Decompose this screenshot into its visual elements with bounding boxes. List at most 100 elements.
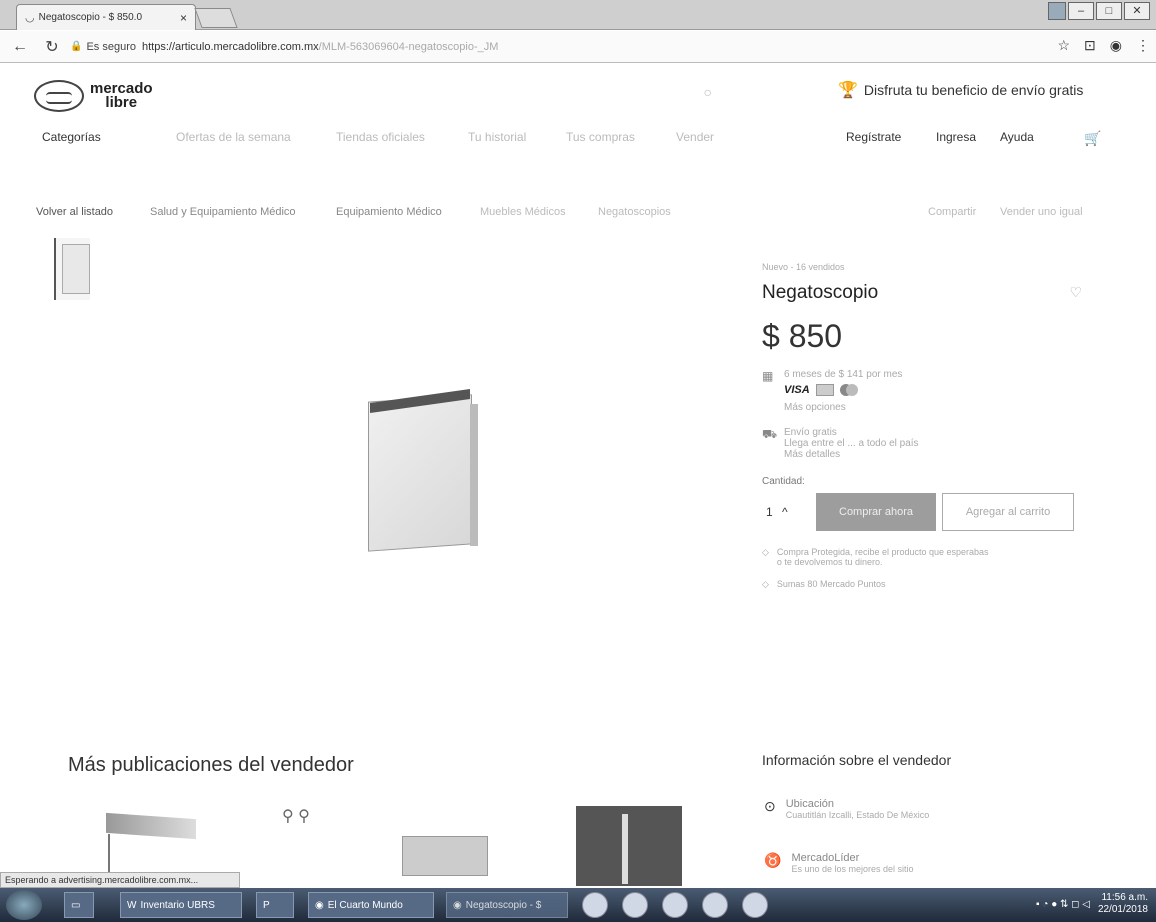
benefit-protected-2: o te devolvemos tu dinero.	[776, 557, 883, 567]
search-taskbar-icon[interactable]	[582, 892, 608, 918]
publication-image[interactable]	[402, 836, 488, 876]
more-options-link[interactable]: Más opciones	[784, 402, 902, 413]
word-taskbar-item[interactable]: W Inventario UBRS	[120, 892, 242, 918]
search-input[interactable]: ○	[220, 84, 720, 104]
word-icon: W	[127, 899, 137, 911]
project-taskbar-icon[interactable]: P	[256, 892, 294, 918]
nav-compras[interactable]: Tus compras	[566, 130, 635, 144]
menu-icon[interactable]: ⋮	[1136, 37, 1150, 54]
mastercard-icon	[839, 384, 858, 396]
nav-categorias[interactable]: Categorías	[42, 130, 101, 144]
nav-ayuda[interactable]: Ayuda	[1000, 130, 1034, 144]
user-profile-button[interactable]	[1048, 2, 1066, 20]
star-icon[interactable]: ☆	[1057, 37, 1070, 54]
seller-info-heading: Información sobre el vendedor	[762, 752, 952, 768]
publication-image[interactable]: ⚲ ⚲	[282, 806, 342, 866]
points-icon: ◇	[762, 579, 769, 589]
breadcrumb-item[interactable]: Equipamiento Médico	[336, 206, 442, 218]
maximize-button[interactable]: □	[1096, 2, 1122, 20]
new-tab-button[interactable]	[194, 8, 238, 28]
nav-vender[interactable]: Vender	[676, 130, 714, 144]
reload-icon[interactable]: ↻	[40, 37, 64, 57]
shipping-sub: Llega entre el ... a todo el país	[784, 438, 919, 449]
app-taskbar-icon[interactable]	[702, 892, 728, 918]
truck-icon: ⛟	[762, 427, 778, 441]
location-value: Cuautitlán Izcalli, Estado De México	[785, 810, 930, 820]
url-path: /MLM-563069604-negatoscopio-_JM	[318, 40, 499, 53]
installments-text: 6 meses de $ 141 por mes	[784, 369, 903, 380]
browser-status-bar: Esperando a advertising.mercadolibre.com…	[0, 872, 240, 888]
publication-image[interactable]	[106, 812, 196, 840]
quantity-value[interactable]: 1	[762, 505, 782, 519]
lock-icon: 🔒	[70, 41, 83, 52]
back-to-list-link[interactable]: Volver al listado	[36, 206, 113, 218]
browser-tab-strip: ◡ Negatoscopio - $ 850.0 × – □ ✕	[0, 0, 1156, 30]
nav-ofertas[interactable]: Ofertas de la semana	[176, 130, 291, 144]
nav-registrate[interactable]: Regístrate	[846, 130, 901, 144]
chrome-taskbar-item[interactable]: ◉ El Cuarto Mundo	[308, 892, 434, 918]
shipping-info: ⛟ Envío gratis Llega entre el ... a todo…	[762, 427, 1102, 460]
loading-icon: ◡	[25, 12, 35, 24]
payment-cards: VISA	[784, 384, 902, 396]
url-domain: https://articulo.mercadolibre.com.mx	[141, 40, 319, 53]
mercadolibre-logo[interactable]: mercado libre	[34, 80, 153, 112]
product-main-image[interactable]	[368, 388, 478, 552]
search-icon[interactable]: ○	[704, 84, 712, 100]
chrome-icon: ◉	[453, 899, 462, 911]
add-to-cart-button[interactable]: Agregar al carrito	[942, 493, 1074, 531]
share-link[interactable]: Compartir	[928, 206, 976, 218]
card-icon	[815, 384, 834, 396]
close-window-button[interactable]: ✕	[1124, 2, 1150, 20]
breadcrumb-item[interactable]: Negatoscopios	[598, 206, 671, 218]
extension2-icon[interactable]: ◉	[1110, 37, 1122, 54]
thumbnail-image[interactable]	[54, 306, 90, 356]
close-tab-icon[interactable]: ×	[180, 11, 187, 25]
back-arrow-icon[interactable]: ←	[8, 38, 32, 56]
minimize-button[interactable]: –	[1068, 2, 1094, 20]
window-controls: – □ ✕	[1048, 2, 1150, 20]
shipping-title: Envío gratis	[784, 427, 837, 438]
thumbnail-list	[54, 238, 94, 356]
app-taskbar-icon[interactable]	[622, 892, 648, 918]
buy-now-button[interactable]: Comprar ahora	[816, 493, 936, 531]
tray-icons[interactable]: ▪ ◔ ● ⇅ ◻ ◁	[1036, 899, 1090, 910]
clock[interactable]: 11:56 a.m. 22/01/2018	[1098, 892, 1148, 916]
main-nav: Categorías Ofertas de la semana Tiendas …	[0, 130, 1156, 152]
trophy-icon: 🏆	[838, 82, 858, 99]
publication-image[interactable]	[576, 806, 682, 886]
site-header: mercado libre ○ 🏆 Disfruta tu beneficio …	[0, 66, 1156, 174]
benefit-protected: Compra Protegida, recibe el producto que…	[776, 547, 989, 557]
nav-tiendas[interactable]: Tiendas oficiales	[336, 130, 425, 144]
promo-text: Disfruta tu beneficio de envío gratis	[863, 82, 1084, 98]
address-bar[interactable]: 🔒 Es seguro https://articulo.mercadolibr…	[70, 36, 1070, 58]
chevron-up-icon[interactable]: ^	[782, 505, 816, 519]
chrome-taskbar-item-active[interactable]: ◉ Negatoscopio - $	[446, 892, 568, 918]
visa-logo: VISA	[784, 384, 810, 396]
breadcrumb-item[interactable]: Muebles Médicos	[480, 206, 566, 218]
seller-location: ⊙ Ubicación Cuautitlán Izcalli, Estado D…	[764, 798, 929, 820]
system-tray: ▪ ◔ ● ⇅ ◻ ◁ 11:56 a.m. 22/01/2018	[1036, 892, 1148, 916]
browser-tab[interactable]: ◡ Negatoscopio - $ 850.0 ×	[16, 4, 196, 30]
sell-similar-link[interactable]: Vender uno igual	[1000, 206, 1083, 218]
shield-icon: ◇	[762, 547, 769, 557]
breadcrumb: Volver al listado Salud y Equipamiento M…	[0, 206, 1156, 224]
app-taskbar-icon[interactable]	[742, 892, 768, 918]
explorer-taskbar-icon[interactable]: ▭	[64, 892, 94, 918]
publication-image-stand	[108, 834, 110, 874]
leader-value: Es uno de los mejores del sitio	[791, 864, 914, 874]
heart-icon[interactable]: ♡	[1069, 284, 1082, 301]
breadcrumb-item[interactable]: Salud y Equipamiento Médico	[150, 206, 296, 218]
nav-ingresa[interactable]: Ingresa	[936, 130, 976, 144]
extension-icon[interactable]: ⊡	[1084, 37, 1096, 54]
app-taskbar-icon[interactable]	[662, 892, 688, 918]
nav-historial[interactable]: Tu historial	[468, 130, 526, 144]
publications-carousel: ⚲ ⚲	[96, 806, 716, 886]
start-button[interactable]	[6, 890, 42, 920]
purchase-row: 1 ^ Comprar ahora Agregar al carrito	[762, 493, 1102, 531]
toolbar-icons: ☆ ⊡ ◉ ⋮	[1057, 37, 1150, 54]
cart-icon[interactable]: 🛒	[1084, 130, 1101, 147]
shipping-details-link[interactable]: Más detalles	[784, 449, 919, 460]
tab-title: Negatoscopio - $ 850.0	[38, 12, 143, 23]
thumbnail-image[interactable]	[54, 238, 90, 300]
free-shipping-promo[interactable]: 🏆 Disfruta tu beneficio de envío gratis	[838, 80, 1083, 100]
